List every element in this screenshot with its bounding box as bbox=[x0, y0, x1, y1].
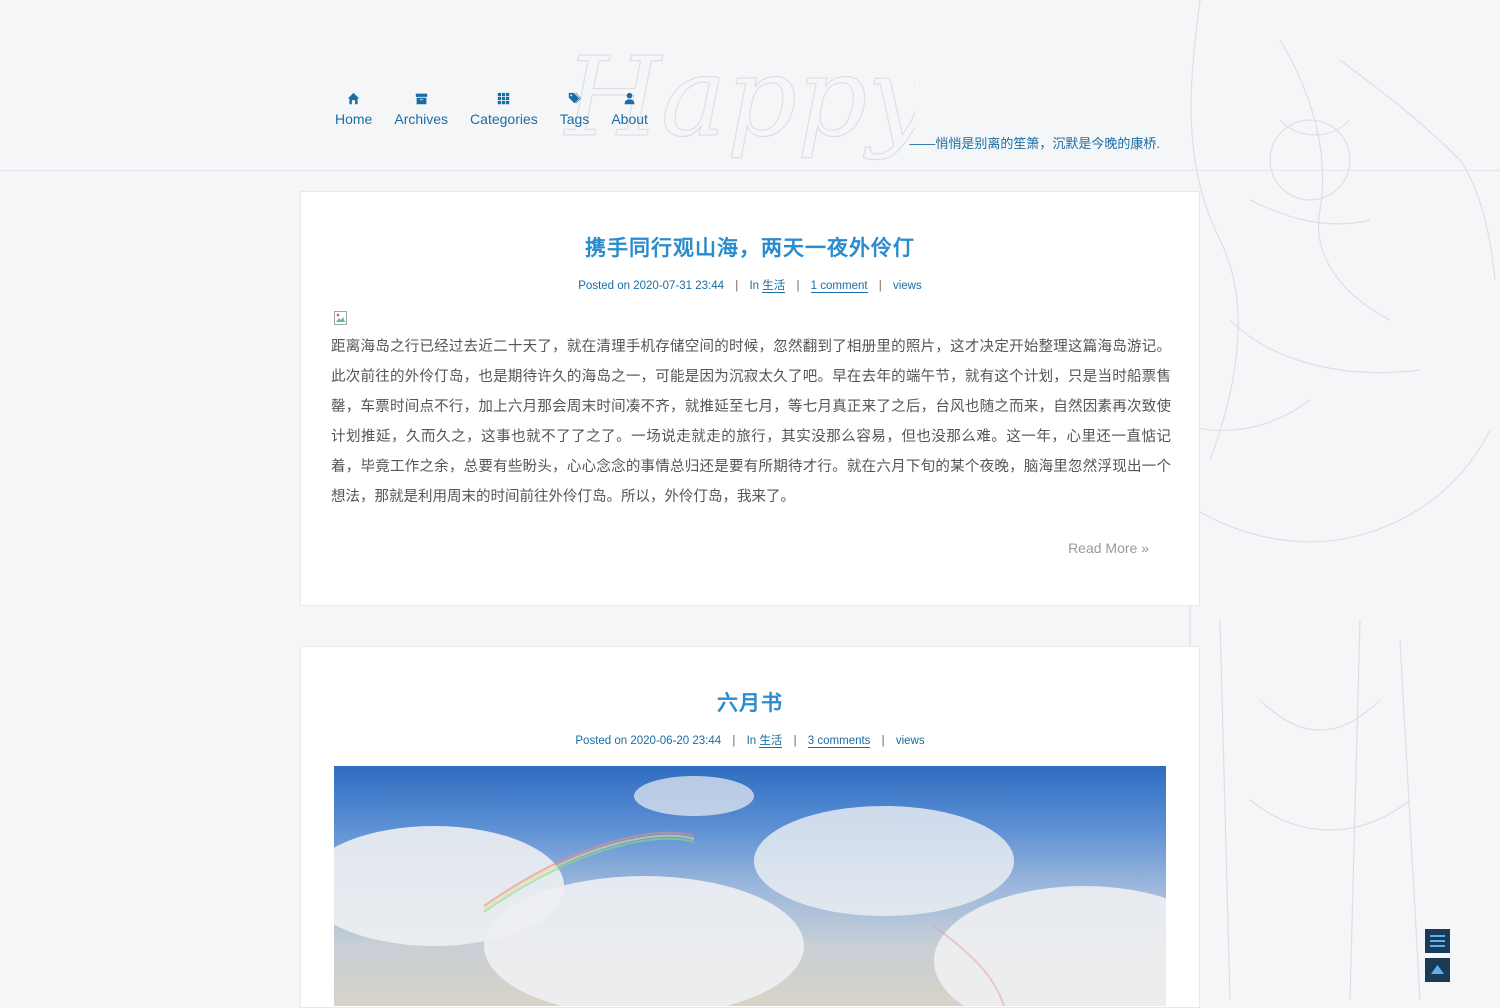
post-meta: Posted on 2020-06-20 23:44 | In 生活 | 3 c… bbox=[575, 735, 925, 748]
category-link[interactable]: 生活 bbox=[762, 280, 786, 293]
nav-label: Home bbox=[335, 111, 373, 127]
tags-icon bbox=[568, 92, 582, 104]
comments-link[interactable]: 1 comment bbox=[810, 280, 868, 293]
nav-label: Categories bbox=[470, 111, 538, 127]
site-slogan: ——悄悄是别离的笙箫，沉默是今晚的康桥. bbox=[909, 136, 1160, 151]
post-excerpt: 距离海岛之行已经过去近二十天了，就在清理手机存储空间的时候，忽然翻到了相册里的照… bbox=[331, 339, 1171, 505]
post-card: 六月书 Posted on 2020-06-20 23:44 | In 生活 |… bbox=[300, 646, 1200, 1008]
arrow-up-icon bbox=[1431, 965, 1444, 974]
nav-archives[interactable]: Archives bbox=[394, 92, 448, 127]
read-more-link[interactable]: Read More » bbox=[1068, 540, 1149, 556]
nav-label: Archives bbox=[394, 111, 449, 127]
post-date: 2020-06-20 23:44 bbox=[630, 735, 722, 747]
nav-tags[interactable]: Tags bbox=[559, 92, 590, 127]
category-link[interactable]: 生活 bbox=[759, 735, 783, 748]
nav-home[interactable]: Home bbox=[335, 92, 372, 127]
menu-icon bbox=[1430, 935, 1445, 947]
views-label: views bbox=[895, 735, 925, 747]
th-icon bbox=[498, 92, 510, 105]
user-icon bbox=[624, 92, 635, 105]
archive-icon bbox=[415, 93, 427, 105]
post-meta: Posted on 2020-07-31 23:44 | In 生活 | 1 c… bbox=[578, 280, 922, 293]
post-card: 携手同行观山海，两天一夜外伶仃 Posted on 2020-07-31 23:… bbox=[300, 191, 1200, 606]
comments-link[interactable]: 3 comments bbox=[807, 735, 871, 748]
posted-label: Posted on bbox=[575, 735, 628, 747]
nav-about[interactable]: About bbox=[611, 92, 648, 127]
views-label: views bbox=[892, 280, 922, 292]
toc-menu-button[interactable] bbox=[1425, 929, 1450, 953]
site-header: Home Archives Categories Tags About ——悄悄… bbox=[0, 0, 1500, 171]
post-cover-image bbox=[334, 766, 1166, 1006]
rainbow-icon bbox=[483, 831, 1005, 1006]
nav-label: Tags bbox=[559, 111, 590, 127]
post-title[interactable]: 携手同行观山海，两天一夜外伶仃 bbox=[301, 232, 1199, 262]
back-to-top-button[interactable] bbox=[1425, 958, 1450, 982]
main-nav: Home Archives Categories Tags About bbox=[335, 92, 670, 127]
post-date: 2020-07-31 23:44 bbox=[633, 280, 725, 292]
nav-categories[interactable]: Categories bbox=[470, 92, 538, 127]
posted-label: Posted on bbox=[578, 280, 631, 292]
in-label: In bbox=[746, 735, 757, 747]
nav-label: About bbox=[611, 111, 648, 127]
in-label: In bbox=[749, 280, 760, 292]
broken-image-icon bbox=[334, 311, 347, 325]
post-title[interactable]: 六月书 bbox=[301, 687, 1199, 717]
home-icon bbox=[347, 92, 360, 105]
